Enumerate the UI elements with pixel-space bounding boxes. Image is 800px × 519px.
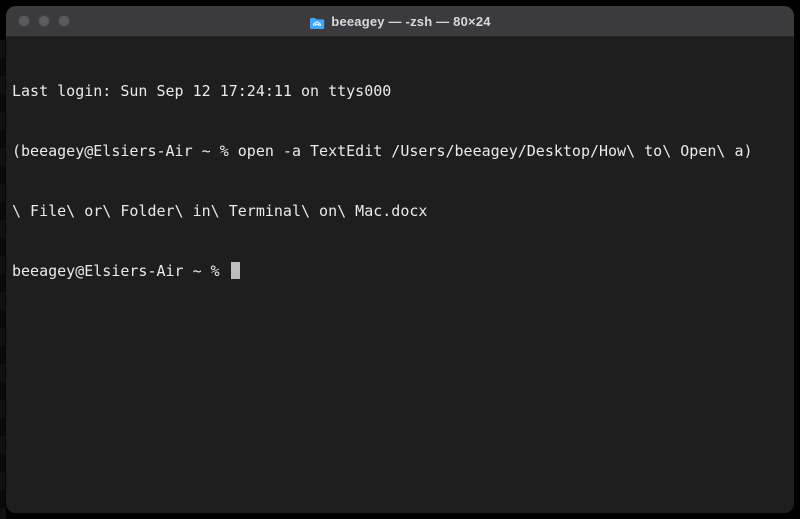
last-login-line: Last login: Sun Sep 12 17:24:11 on ttys0… bbox=[12, 81, 788, 101]
close-button[interactable] bbox=[18, 15, 30, 27]
window-titlebar[interactable]: beeagey — -zsh — 80×24 bbox=[6, 6, 794, 37]
zoom-button[interactable] bbox=[58, 15, 70, 27]
command-line-wrap: \ File\ or\ Folder\ in\ Terminal\ on\ Ma… bbox=[12, 201, 788, 221]
shell-prompt: beeagey@Elsiers-Air ~ % bbox=[12, 261, 229, 281]
minimize-button[interactable] bbox=[38, 15, 50, 27]
title-center: beeagey — -zsh — 80×24 bbox=[6, 14, 794, 29]
terminal-window: beeagey — -zsh — 80×24 Last login: Sun S… bbox=[6, 6, 794, 513]
terminal-body[interactable]: Last login: Sun Sep 12 17:24:11 on ttys0… bbox=[6, 37, 794, 513]
text-cursor bbox=[231, 262, 240, 279]
window-title: beeagey — -zsh — 80×24 bbox=[331, 14, 490, 29]
home-folder-icon bbox=[309, 15, 325, 28]
traffic-lights bbox=[18, 15, 70, 27]
prompt-line[interactable]: beeagey@Elsiers-Air ~ % bbox=[12, 261, 788, 281]
command-line: (beeagey@Elsiers-Air ~ % open -a TextEdi… bbox=[12, 141, 788, 161]
